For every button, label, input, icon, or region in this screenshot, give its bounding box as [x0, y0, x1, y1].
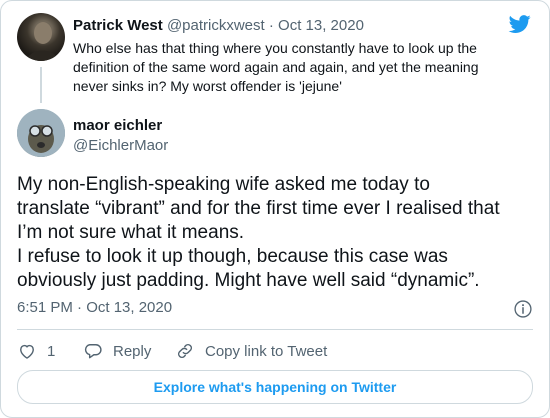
tweet-text-line: My non-English-speaking wife asked me to…: [17, 174, 430, 195]
parent-text-line: Who else has that thing where you consta…: [73, 40, 477, 56]
author-name[interactable]: maor eichler: [73, 117, 162, 134]
tweet-text-line: obviously just padding. Might have well …: [17, 270, 480, 291]
tweet-text-line: I refuse to look it up though, because t…: [17, 246, 448, 267]
parent-text-line: never sinks in? My worst offender is 'je…: [73, 78, 342, 94]
info-icon[interactable]: [513, 299, 533, 319]
parent-text-line: definition of the same word again and ag…: [73, 59, 479, 75]
parent-header: Patrick West @patrickxwest · Oct 13, 202…: [73, 17, 364, 35]
author-avatar[interactable]: [17, 109, 65, 157]
tweet-timestamp[interactable]: 6:51 PM · Oct 13, 2020: [17, 299, 172, 316]
copy-link-button[interactable]: Copy link to Tweet: [175, 339, 327, 363]
parent-author-handle[interactable]: @patrickxwest: [167, 17, 265, 34]
separator-dot: ·: [268, 17, 274, 34]
copy-link-label: Copy link to Tweet: [205, 342, 328, 360]
reply-button[interactable]: Reply: [83, 339, 151, 363]
author-handle[interactable]: @EichlerMaor: [73, 137, 168, 154]
link-icon: [178, 344, 192, 358]
divider: [17, 329, 533, 330]
tweet-text-line: translate “vibrant” and for the first ti…: [17, 198, 500, 219]
tweet-embed-card: Patrick West @patrickxwest · Oct 13, 202…: [0, 0, 550, 418]
parent-date[interactable]: Oct 13, 2020: [278, 17, 364, 34]
thread-connector: [40, 67, 42, 103]
tweet-text-line: I’m not sure what it means.: [17, 222, 245, 243]
explore-twitter-button[interactable]: Explore what's happening on Twitter: [17, 370, 533, 404]
tweet-text: My non-English-speaking wife asked me to…: [17, 173, 537, 293]
parent-tweet-text: Who else has that thing where you consta…: [73, 39, 497, 96]
reply-label: Reply: [113, 342, 152, 360]
parent-avatar[interactable]: [17, 13, 65, 61]
reply-icon: [84, 344, 102, 359]
parent-author-name[interactable]: Patrick West: [73, 17, 163, 34]
parent-tweet[interactable]: Patrick West @patrickxwest · Oct 13, 202…: [17, 13, 533, 103]
like-button[interactable]: 1: [17, 339, 55, 363]
heart-icon: [20, 344, 34, 359]
like-count: 1: [47, 342, 56, 360]
